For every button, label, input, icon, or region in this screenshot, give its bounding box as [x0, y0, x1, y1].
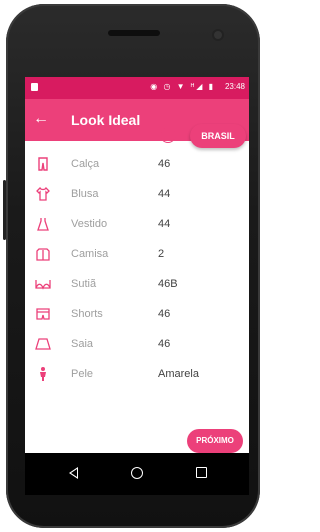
front-camera — [214, 31, 222, 39]
system-nav-bar — [25, 453, 249, 495]
row-label: Pele — [71, 368, 94, 380]
nav-home-icon[interactable] — [131, 467, 143, 479]
size-row-shorts: Shorts 46 — [25, 300, 249, 330]
size-row-camisa: Camisa 2 — [25, 240, 249, 270]
row-value: 44 — [158, 188, 171, 200]
row-value: 46 — [158, 338, 171, 350]
size-row-pele: Pele Amarela — [25, 360, 249, 390]
row-value: 2 — [158, 248, 165, 260]
info-icon[interactable]: i — [160, 127, 176, 143]
screen: ◉ ◷ ▼ ᴴ◢ ▮ 23:48 ← Look Ideal i BRASIL C… — [25, 77, 249, 453]
buttoned-shirt-icon — [36, 248, 50, 261]
size-row-sutia: Sutiã 46B — [25, 270, 249, 300]
row-value: 46B — [158, 278, 178, 290]
side-button — [3, 180, 6, 240]
shorts-icon — [36, 308, 50, 320]
row-label: Calça — [71, 158, 100, 170]
person-icon — [40, 367, 46, 381]
speaker — [108, 30, 160, 36]
status-bar: ◉ ◷ ▼ ᴴ◢ ▮ 23:48 — [25, 77, 249, 99]
next-button[interactable]: PRÓXIMO — [187, 429, 243, 453]
size-row-saia: Saia 46 — [25, 330, 249, 360]
size-row-vestido: Vestido 44 — [25, 210, 249, 240]
row-value: Amarela — [158, 368, 199, 380]
row-label: Saia — [71, 338, 94, 350]
row-label: Blusa — [71, 188, 99, 200]
row-label: Vestido — [71, 218, 108, 230]
nav-recents-icon[interactable] — [196, 467, 207, 478]
size-row-blusa: Blusa 44 — [25, 180, 249, 210]
size-row-calca: Calça 46 — [25, 150, 249, 180]
row-label: Sutiã — [71, 278, 97, 290]
notification-icon — [31, 83, 38, 91]
pants-icon — [38, 157, 48, 171]
dress-icon — [37, 218, 49, 231]
phone-frame: ◉ ◷ ▼ ᴴ◢ ▮ 23:48 ← Look Ideal i BRASIL C… — [0, 0, 266, 532]
row-value: 46 — [158, 158, 171, 170]
page-title: Look Ideal — [71, 112, 141, 128]
nav-back-icon[interactable] — [69, 467, 78, 479]
row-label: Camisa — [71, 248, 109, 260]
country-button[interactable]: BRASIL — [190, 124, 246, 148]
back-arrow-icon[interactable]: ← — [33, 109, 53, 129]
row-value: 46 — [158, 308, 171, 320]
bra-icon — [35, 280, 51, 290]
status-icons: ◉ ◷ ▼ ᴴ◢ ▮ — [150, 82, 215, 91]
row-label: Shorts — [71, 308, 103, 320]
shirt-icon — [36, 186, 50, 201]
status-time: 23:48 — [224, 82, 245, 91]
skirt-icon — [35, 338, 51, 350]
row-value: 44 — [158, 218, 171, 230]
